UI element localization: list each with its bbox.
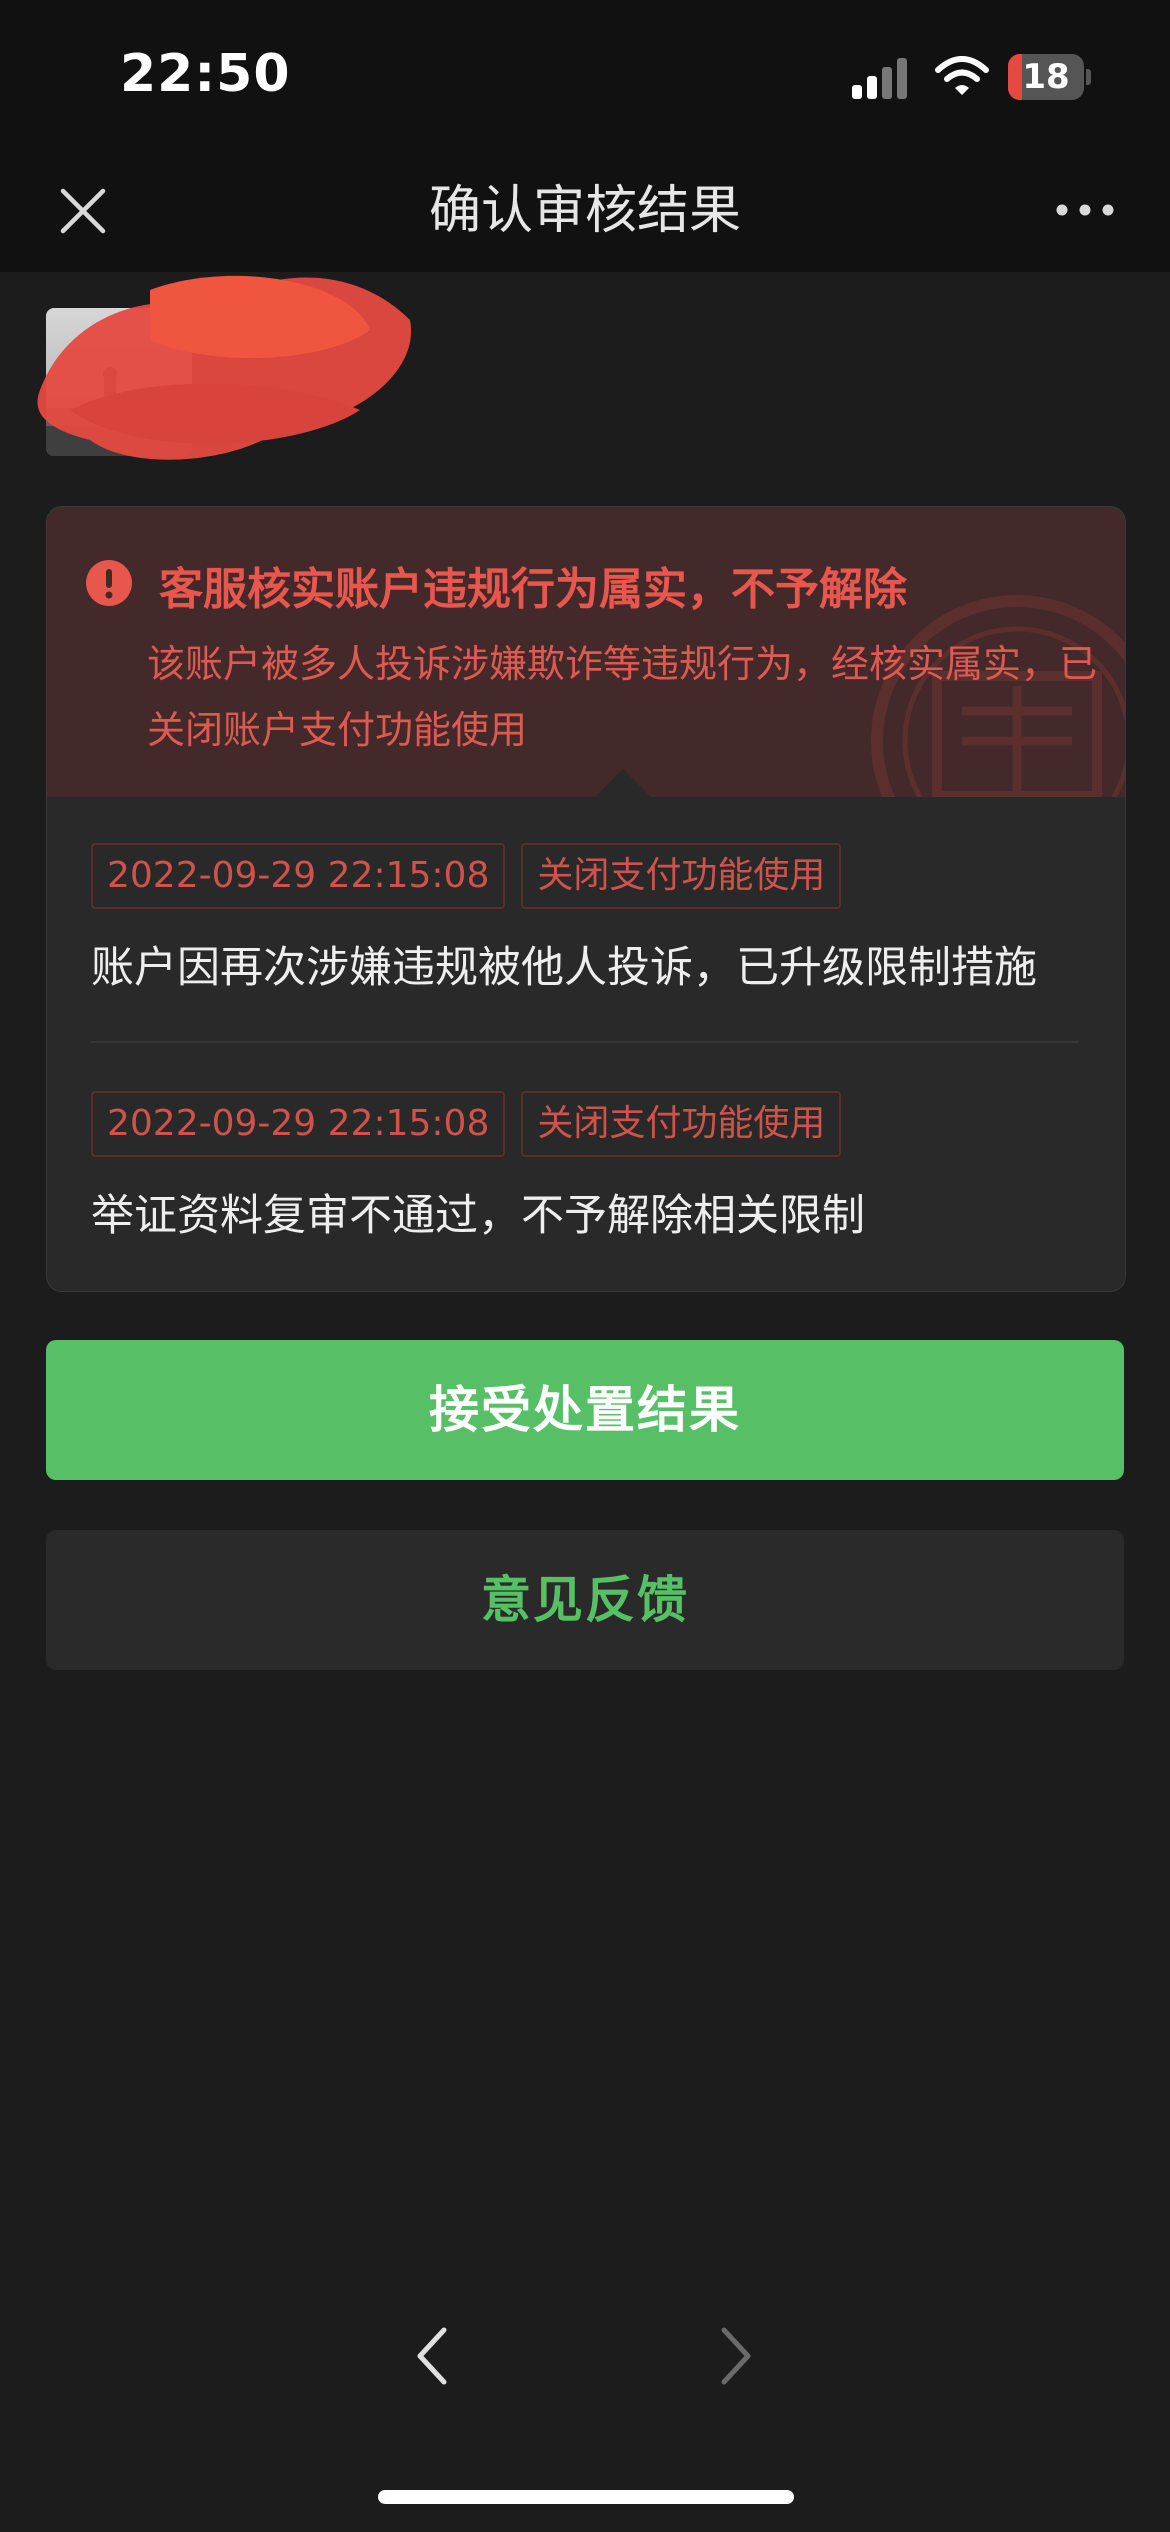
alert-description: 该账户被多人投诉涉嫌欺诈等违规行为，经核实属实，已关闭账户支付功能使用 (147, 642, 1098, 752)
redaction-scribble (37, 275, 412, 460)
status-badge: 关闭支付功能使用 (521, 843, 842, 909)
close-icon[interactable] (48, 176, 118, 246)
timestamp-badge: 2022-09-29 22:15:08 (91, 843, 506, 909)
status-time: 22:50 (120, 44, 291, 104)
violation-record: 2022-09-29 22:15:08 关闭支付功能使用 账户因再次涉嫌违规被他人… (91, 843, 1091, 995)
violation-record: 2022-09-29 22:15:08 关闭支付功能使用 举证资料复审不通过，不予… (91, 1091, 1091, 1243)
battery-percentage: 18 (1022, 57, 1070, 97)
chevron-right-icon[interactable] (706, 2322, 762, 2390)
timestamp-badge: 2022-09-29 22:15:08 (91, 1091, 506, 1157)
alert-title: 客服核实账户违规行为属实，不予解除 (159, 564, 907, 615)
divider (91, 1041, 1079, 1043)
chevron-left-icon[interactable] (406, 2322, 462, 2390)
battery-icon: 18 (1008, 54, 1092, 100)
more-dots-icon[interactable] (1050, 190, 1120, 230)
audit-result-card: 客服核实账户违规行为属实，不予解除 该账户被多人投诉涉嫌欺诈等违规行为，经核实属… (46, 506, 1126, 1292)
accept-result-button[interactable]: 接受处置结果 (46, 1340, 1124, 1480)
status-bar: 22:50 18 (0, 0, 1170, 150)
record-description: 举证资料复审不通过，不予解除相关限制 (91, 1191, 865, 1241)
exclamation-circle-icon (86, 560, 132, 606)
status-badge: 关闭支付功能使用 (521, 1091, 842, 1157)
feedback-button[interactable]: 意见反馈 (46, 1530, 1124, 1670)
wifi-icon (935, 56, 989, 95)
home-indicator[interactable] (378, 2490, 794, 2504)
alert-header: 客服核实账户违规行为属实，不予解除 该账户被多人投诉涉嫌欺诈等违规行为，经核实属… (47, 507, 1125, 797)
card-pointer (593, 769, 653, 799)
record-description: 账户因再次涉嫌违规被他人投诉，已升级限制措施 (91, 943, 1037, 993)
cellular-signal-icon (852, 58, 907, 99)
